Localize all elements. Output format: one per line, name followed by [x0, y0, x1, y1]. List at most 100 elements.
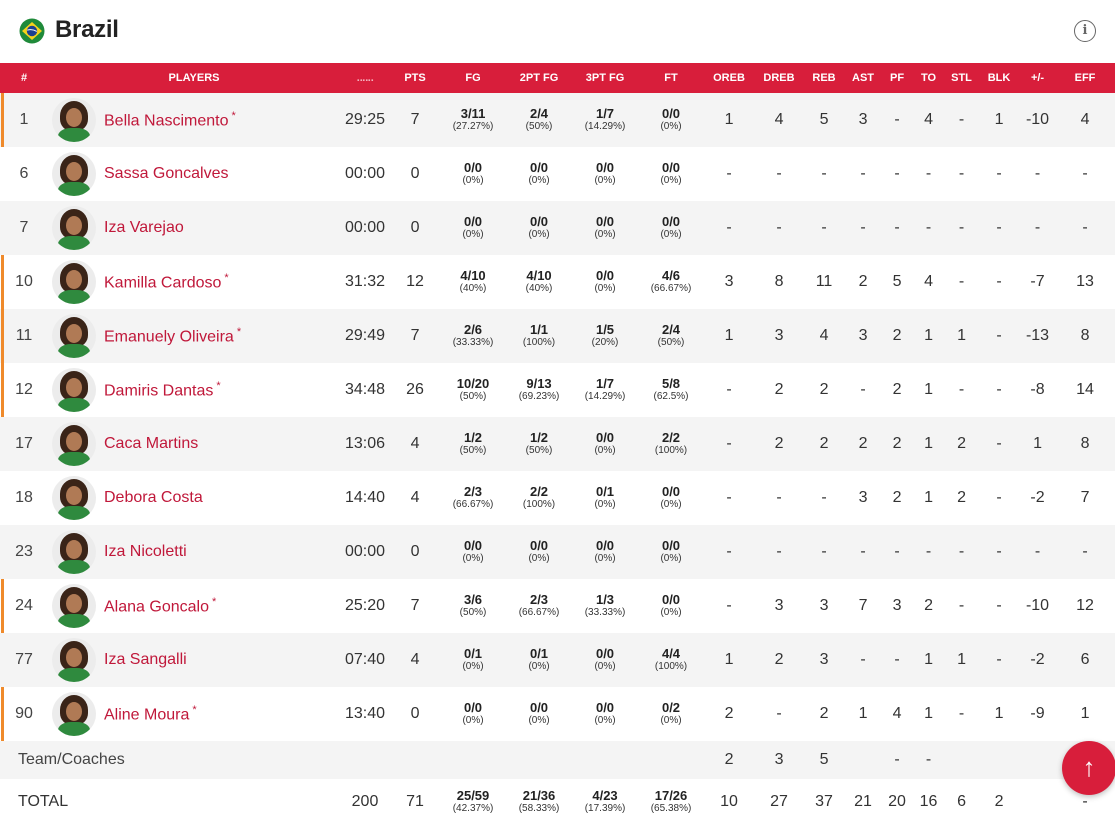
total-3pt-fg: 4/23 (17.39%) — [584, 788, 626, 814]
player-avatar[interactable] — [52, 98, 96, 142]
player-ast: 1 — [858, 705, 868, 722]
player-number: 77 — [15, 651, 33, 668]
player-avatar[interactable] — [52, 260, 96, 304]
player-dreb: - — [776, 543, 782, 560]
player-photo-cell — [48, 363, 98, 417]
col-header-ast[interactable]: AST — [844, 63, 882, 93]
player-number: 18 — [15, 489, 33, 506]
player-fg: 4/10 (40%) — [459, 268, 487, 294]
player-3pt-fg: 0/1 (0%) — [594, 484, 616, 510]
arrow-up-icon[interactable]: ↑ — [1062, 741, 1115, 795]
player-stl: - — [958, 111, 965, 128]
player-photo-cell — [48, 93, 98, 147]
total-ft: 17/26 (65.38%) — [650, 788, 692, 814]
player-dreb: 2 — [774, 435, 784, 452]
player-to: 1 — [924, 651, 933, 668]
player-name-link[interactable]: Iza Sangalli — [104, 651, 187, 668]
player-photo-cell — [48, 471, 98, 525]
player-eff: 8 — [1080, 327, 1090, 344]
col-header-ft[interactable]: FT — [638, 63, 704, 93]
player-2pt-fg: 0/0 (0%) — [528, 160, 550, 186]
player-to: 1 — [924, 327, 933, 344]
player-oreb: - — [726, 435, 732, 452]
player-name-cell: Bella Nascimento * — [98, 93, 340, 147]
player-avatar[interactable] — [52, 530, 96, 574]
total-min: 200 — [351, 793, 379, 810]
player-3pt-fg: 1/3 (33.33%) — [584, 592, 626, 618]
col-header-dreb[interactable]: DREB — [754, 63, 804, 93]
starter-indicator — [1, 309, 4, 363]
info-icon[interactable]: i — [1074, 20, 1096, 42]
player-min: 31:32 — [344, 273, 386, 290]
player-avatar[interactable] — [52, 152, 96, 196]
col-header-min[interactable]: ‥‥‥ — [340, 63, 390, 93]
player-stl: - — [958, 273, 965, 290]
col-header-to[interactable]: TO — [912, 63, 945, 93]
player-number: 6 — [19, 165, 29, 182]
player-avatar[interactable] — [52, 692, 96, 736]
player-name-link[interactable]: Sassa Goncalves — [104, 165, 229, 182]
player-name-link[interactable]: Damiris Dantas — [104, 382, 213, 399]
col-header-players[interactable]: PLAYERS — [48, 63, 340, 93]
player-pts: 0 — [410, 705, 420, 722]
player-avatar[interactable] — [52, 368, 96, 412]
player-number: 11 — [0, 309, 48, 363]
player-reb: - — [821, 165, 827, 182]
player-fg: 2/6 (33.33%) — [452, 322, 494, 348]
player-name-link[interactable]: Emanuely Oliveira — [104, 328, 234, 345]
player-avatar[interactable] — [52, 314, 96, 358]
col-header-fg[interactable]: FG — [440, 63, 506, 93]
col-header-plus-minus[interactable]: +/- — [1020, 63, 1055, 93]
player-stl: 1 — [957, 327, 966, 344]
player-avatar[interactable] — [52, 422, 96, 466]
player-ft: 5/8 (62.5%) — [653, 376, 689, 402]
col-header-reb[interactable]: REB — [804, 63, 844, 93]
player-name-link[interactable]: Iza Nicoletti — [104, 543, 187, 560]
player-oreb: - — [726, 597, 732, 614]
player-row: 18 Debora Costa 14:40 4 2/3 (66.67%) 2/2 (100%)… — [0, 471, 1115, 525]
starter-marker: * — [192, 703, 197, 716]
player-name-link[interactable]: Iza Varejao — [104, 219, 184, 236]
player-ft: 4/4 (100%) — [654, 646, 688, 672]
player-3pt-fg: 1/7 (14.29%) — [584, 376, 626, 402]
player-name-link[interactable]: Kamilla Cardoso — [104, 274, 221, 291]
player-avatar[interactable] — [52, 206, 96, 250]
player-name-link[interactable]: Bella Nascimento — [104, 112, 229, 129]
player-avatar[interactable] — [52, 476, 96, 520]
col-header-stl[interactable]: STL — [945, 63, 978, 93]
player-name-link[interactable]: Debora Costa — [104, 489, 203, 506]
player-number: 1 — [0, 93, 48, 147]
player-min: 25:20 — [344, 597, 386, 614]
player-photo-cell — [48, 147, 98, 201]
col-header-blk[interactable]: BLK — [978, 63, 1020, 93]
player-reb: 2 — [819, 435, 829, 452]
player-name-cell: Kamilla Cardoso * — [98, 255, 340, 309]
player-blk: - — [996, 273, 1002, 290]
player-name-link[interactable]: Caca Martins — [104, 435, 198, 452]
player-photo-cell — [48, 417, 98, 471]
player-plus-minus: 1 — [1033, 435, 1042, 452]
starter-marker: * — [224, 271, 229, 284]
col-header-2pt-fg[interactable]: 2PT FG — [506, 63, 572, 93]
col-header-pf[interactable]: PF — [882, 63, 912, 93]
col-header-3pt-fg[interactable]: 3PT FG — [572, 63, 638, 93]
player-name-link[interactable]: Alana Goncalo — [104, 598, 209, 615]
player-3pt-fg: 1/7 (14.29%) — [584, 106, 626, 132]
player-eff: 6 — [1080, 651, 1090, 668]
col-header-number[interactable]: # — [0, 63, 48, 93]
player-name-link[interactable]: Aline Moura — [104, 706, 189, 723]
player-3pt-fg: 0/0 (0%) — [594, 646, 616, 672]
player-ast: - — [860, 219, 866, 236]
player-row: 23 Iza Nicoletti 00:00 0 0/0 (0%) 0/0 (0%) 0/0 (0… — [0, 525, 1115, 579]
player-avatar[interactable] — [52, 638, 96, 682]
col-header-eff[interactable]: EFF — [1055, 63, 1115, 93]
player-dreb: 2 — [774, 381, 784, 398]
col-header-pts[interactable]: PTS — [390, 63, 440, 93]
player-pts: 0 — [410, 165, 420, 182]
player-avatar[interactable] — [52, 584, 96, 628]
player-row: 24 Alana Goncalo * 25:20 7 3/6 (50%) 2/3 (66.67%… — [0, 579, 1115, 633]
col-header-oreb[interactable]: OREB — [704, 63, 754, 93]
player-pts: 4 — [410, 651, 420, 668]
player-plus-minus: -8 — [1030, 381, 1045, 398]
starter-indicator — [1, 579, 4, 633]
